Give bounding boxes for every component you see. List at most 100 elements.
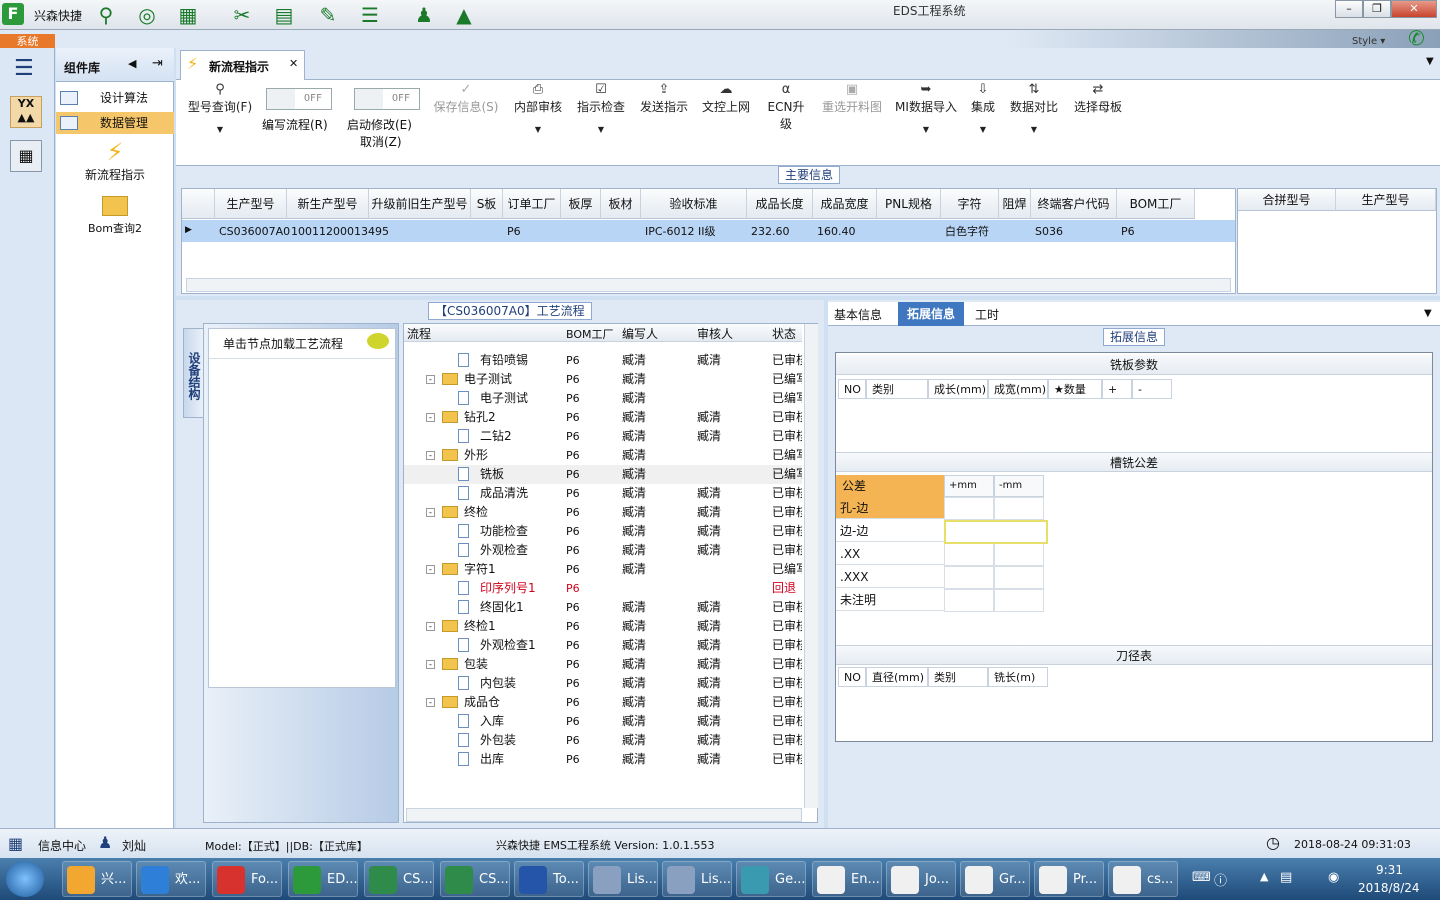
table-cell[interactable]: CS036007A0 xyxy=(215,221,290,243)
keyboard-icon[interactable]: ⌨ xyxy=(1192,870,1211,885)
tolerance-plus-cell[interactable] xyxy=(944,589,994,612)
taskbar-item[interactable]: cs... xyxy=(1108,861,1178,897)
tree-row[interactable]: 终固化1 P6 臧清 臧清 已审核 xyxy=(404,598,802,617)
globe-icon[interactable]: ◎ xyxy=(135,3,159,27)
taskbar-item[interactable]: 欢... xyxy=(136,861,206,897)
data-compare-button[interactable]: ⇅ 数据对比 ▼ xyxy=(1008,82,1060,134)
tolerance-plus-cell[interactable] xyxy=(944,497,994,520)
tree-row[interactable]: 成品清洗 P6 臧清 臧清 已审核 xyxy=(404,484,802,503)
tab-list-dropdown-icon[interactable]: ▼ xyxy=(1426,56,1434,67)
table-cell[interactable] xyxy=(561,221,601,243)
dropdown-arrow-icon[interactable]: ▼ xyxy=(892,125,960,134)
info-center-link[interactable]: 信息中心 xyxy=(38,837,86,854)
taskbar-item[interactable]: Pr... xyxy=(1034,861,1104,897)
tree-row[interactable]: - 终检1 P6 臧清 臧清 已审核 xyxy=(404,617,802,636)
table-cell[interactable] xyxy=(471,221,503,243)
taskbar-item[interactable]: Gr... xyxy=(960,861,1030,897)
integrate-button[interactable]: ⇩ 集成 ▼ xyxy=(968,82,998,134)
table-cell[interactable] xyxy=(369,221,471,243)
tolerance-minus-cell[interactable] xyxy=(994,589,1044,612)
collapse-toggle-icon[interactable]: - xyxy=(426,660,435,669)
tree-row[interactable]: 功能检查 P6 臧清 臧清 已审核 xyxy=(404,522,802,541)
calculator-icon[interactable]: ▦ xyxy=(10,140,42,172)
edit-flow-toggle[interactable]: OFF xyxy=(266,88,332,110)
collapse-toggle-icon[interactable]: - xyxy=(426,451,435,460)
vertical-scrollbar[interactable] xyxy=(804,324,818,808)
tree-row[interactable]: - 电子测试 P6 臧清 已编写 xyxy=(404,370,802,389)
tree-row[interactable]: 印序列号1 P6 回退 xyxy=(404,579,802,598)
taskbar-item[interactable]: CS... xyxy=(440,861,510,897)
dropdown-arrow-icon[interactable]: ▼ xyxy=(184,125,256,134)
dropdown-arrow-icon[interactable]: ▼ xyxy=(575,125,627,134)
tree-row[interactable]: - 终检 P6 臧清 臧清 已审核 xyxy=(404,503,802,522)
select-board-button[interactable]: ⇄ 选择母板 xyxy=(1072,82,1124,115)
taskbar-item[interactable]: Lis... xyxy=(588,861,658,897)
collapse-toggle-icon[interactable]: - xyxy=(426,413,435,422)
phone-icon[interactable]: ✆ xyxy=(1408,26,1425,50)
collapse-toggle-icon[interactable]: - xyxy=(426,698,435,707)
tab-basic-info[interactable]: 基本信息 xyxy=(834,306,882,323)
tab-work-hours[interactable]: 工时 xyxy=(975,306,999,323)
comp-item-data-management[interactable]: 数据管理 xyxy=(56,112,174,134)
tray-date[interactable]: 2018/8/24 xyxy=(1358,881,1420,895)
tolerance-plus-cell[interactable] xyxy=(944,566,994,589)
instruction-check-button[interactable]: ☑ 指示检查 ▼ xyxy=(575,82,627,134)
taskbar-item[interactable]: ED... xyxy=(288,861,358,897)
tree-row[interactable]: - 包装 P6 臧清 臧清 已审核 xyxy=(404,655,802,674)
tray-expand-icon[interactable]: ▲ xyxy=(1260,870,1268,883)
side-tab-equipment[interactable]: 设备结构 xyxy=(183,328,203,418)
tray-time[interactable]: 9:31 xyxy=(1376,863,1403,877)
chart-icon[interactable]: ▲ xyxy=(452,3,476,27)
search-icon[interactable]: ⚲ xyxy=(94,3,118,27)
taskbar-item[interactable]: To... xyxy=(514,861,584,897)
dropdown-arrow-icon[interactable]: ▼ xyxy=(512,125,564,134)
table-cell[interactable]: S036 xyxy=(1031,221,1117,243)
tree-row[interactable]: 出库 P6 臧清 臧清 已审核 xyxy=(404,750,802,769)
collapse-toggle-icon[interactable]: - xyxy=(426,375,435,384)
tree-row[interactable]: - 外形 P6 臧清 已编写 xyxy=(404,446,802,465)
tab-extended-info[interactable]: 拓展信息 xyxy=(898,302,964,326)
horizontal-scrollbar[interactable] xyxy=(186,278,1231,292)
tree-row[interactable]: 入库 P6 臧清 臧清 已审核 xyxy=(404,712,802,731)
table-cell[interactable] xyxy=(601,221,641,243)
pin-icon[interactable]: ⇥ xyxy=(152,56,163,71)
internal-review-button[interactable]: ⎙ 内部审核 ▼ xyxy=(512,82,564,134)
mi-import-button[interactable]: ➥ MI数据导入 ▼ xyxy=(892,82,960,134)
table-cell[interactable]: 160.40 xyxy=(813,221,877,243)
tree-row[interactable]: 内包装 P6 臧清 臧清 已审核 xyxy=(404,674,802,693)
comp-item-new-flow[interactable]: ⚡ 新流程指示 xyxy=(56,138,174,186)
cancel-label[interactable]: 取消(Z) xyxy=(360,133,402,150)
chevron-down-icon[interactable]: ▼ xyxy=(1424,308,1432,319)
collapse-toggle-icon[interactable]: - xyxy=(426,508,435,517)
start-modify-toggle[interactable]: OFF xyxy=(354,88,420,110)
tree-row[interactable]: - 钻孔2 P6 臧清 臧清 已审核 xyxy=(404,408,802,427)
ecn-upgrade-button[interactable]: α ECN升级 xyxy=(762,82,810,132)
taskbar-item[interactable]: Lis... xyxy=(662,861,732,897)
scissors-icon[interactable]: ✂ xyxy=(230,3,254,27)
tolerance-minus-cell[interactable] xyxy=(994,497,1044,520)
reselect-cut-button[interactable]: ▣ 重选开料图 xyxy=(820,82,884,115)
system-menu-tab[interactable]: 系统 xyxy=(0,34,55,49)
node-hint-row[interactable]: 单击节点加载工艺流程 xyxy=(209,329,395,359)
start-button[interactable] xyxy=(6,861,44,897)
list-icon[interactable]: ☰ xyxy=(358,3,382,27)
tolerance-minus-cell[interactable] xyxy=(994,543,1044,566)
close-window-button[interactable]: ✕ xyxy=(1391,0,1437,18)
tree-row[interactable]: 外观检查 P6 臧清 臧清 已审核 xyxy=(404,541,802,560)
user-icon[interactable]: ♟ xyxy=(412,3,436,27)
tab-new-flow[interactable]: ⚡ 新流程指示 ✕ xyxy=(180,50,305,80)
collapse-left-icon[interactable]: ◀ xyxy=(128,57,136,70)
edit-icon[interactable]: ✎ xyxy=(316,3,340,27)
network-icon[interactable]: ▤ xyxy=(1280,870,1292,885)
tree-row[interactable]: 电子测试 P6 臧清 已编写 xyxy=(404,389,802,408)
comp-item-bom-query[interactable]: Bom查询2 xyxy=(56,196,174,240)
dropdown-arrow-icon[interactable]: ▼ xyxy=(968,125,998,134)
taskbar-item[interactable]: 兴... xyxy=(62,861,132,897)
table-cell[interactable] xyxy=(999,221,1031,243)
table-cell[interactable]: P6 xyxy=(503,221,561,243)
tree-row[interactable]: 有铅喷锡 P6 臧清 臧清 已审核 xyxy=(404,351,802,370)
taskbar-item[interactable]: Fo... xyxy=(212,861,282,897)
taskbar-item[interactable]: Jo... xyxy=(886,861,956,897)
tolerance-plus-cell[interactable] xyxy=(944,543,994,566)
restore-button[interactable]: ❐ xyxy=(1363,0,1391,18)
